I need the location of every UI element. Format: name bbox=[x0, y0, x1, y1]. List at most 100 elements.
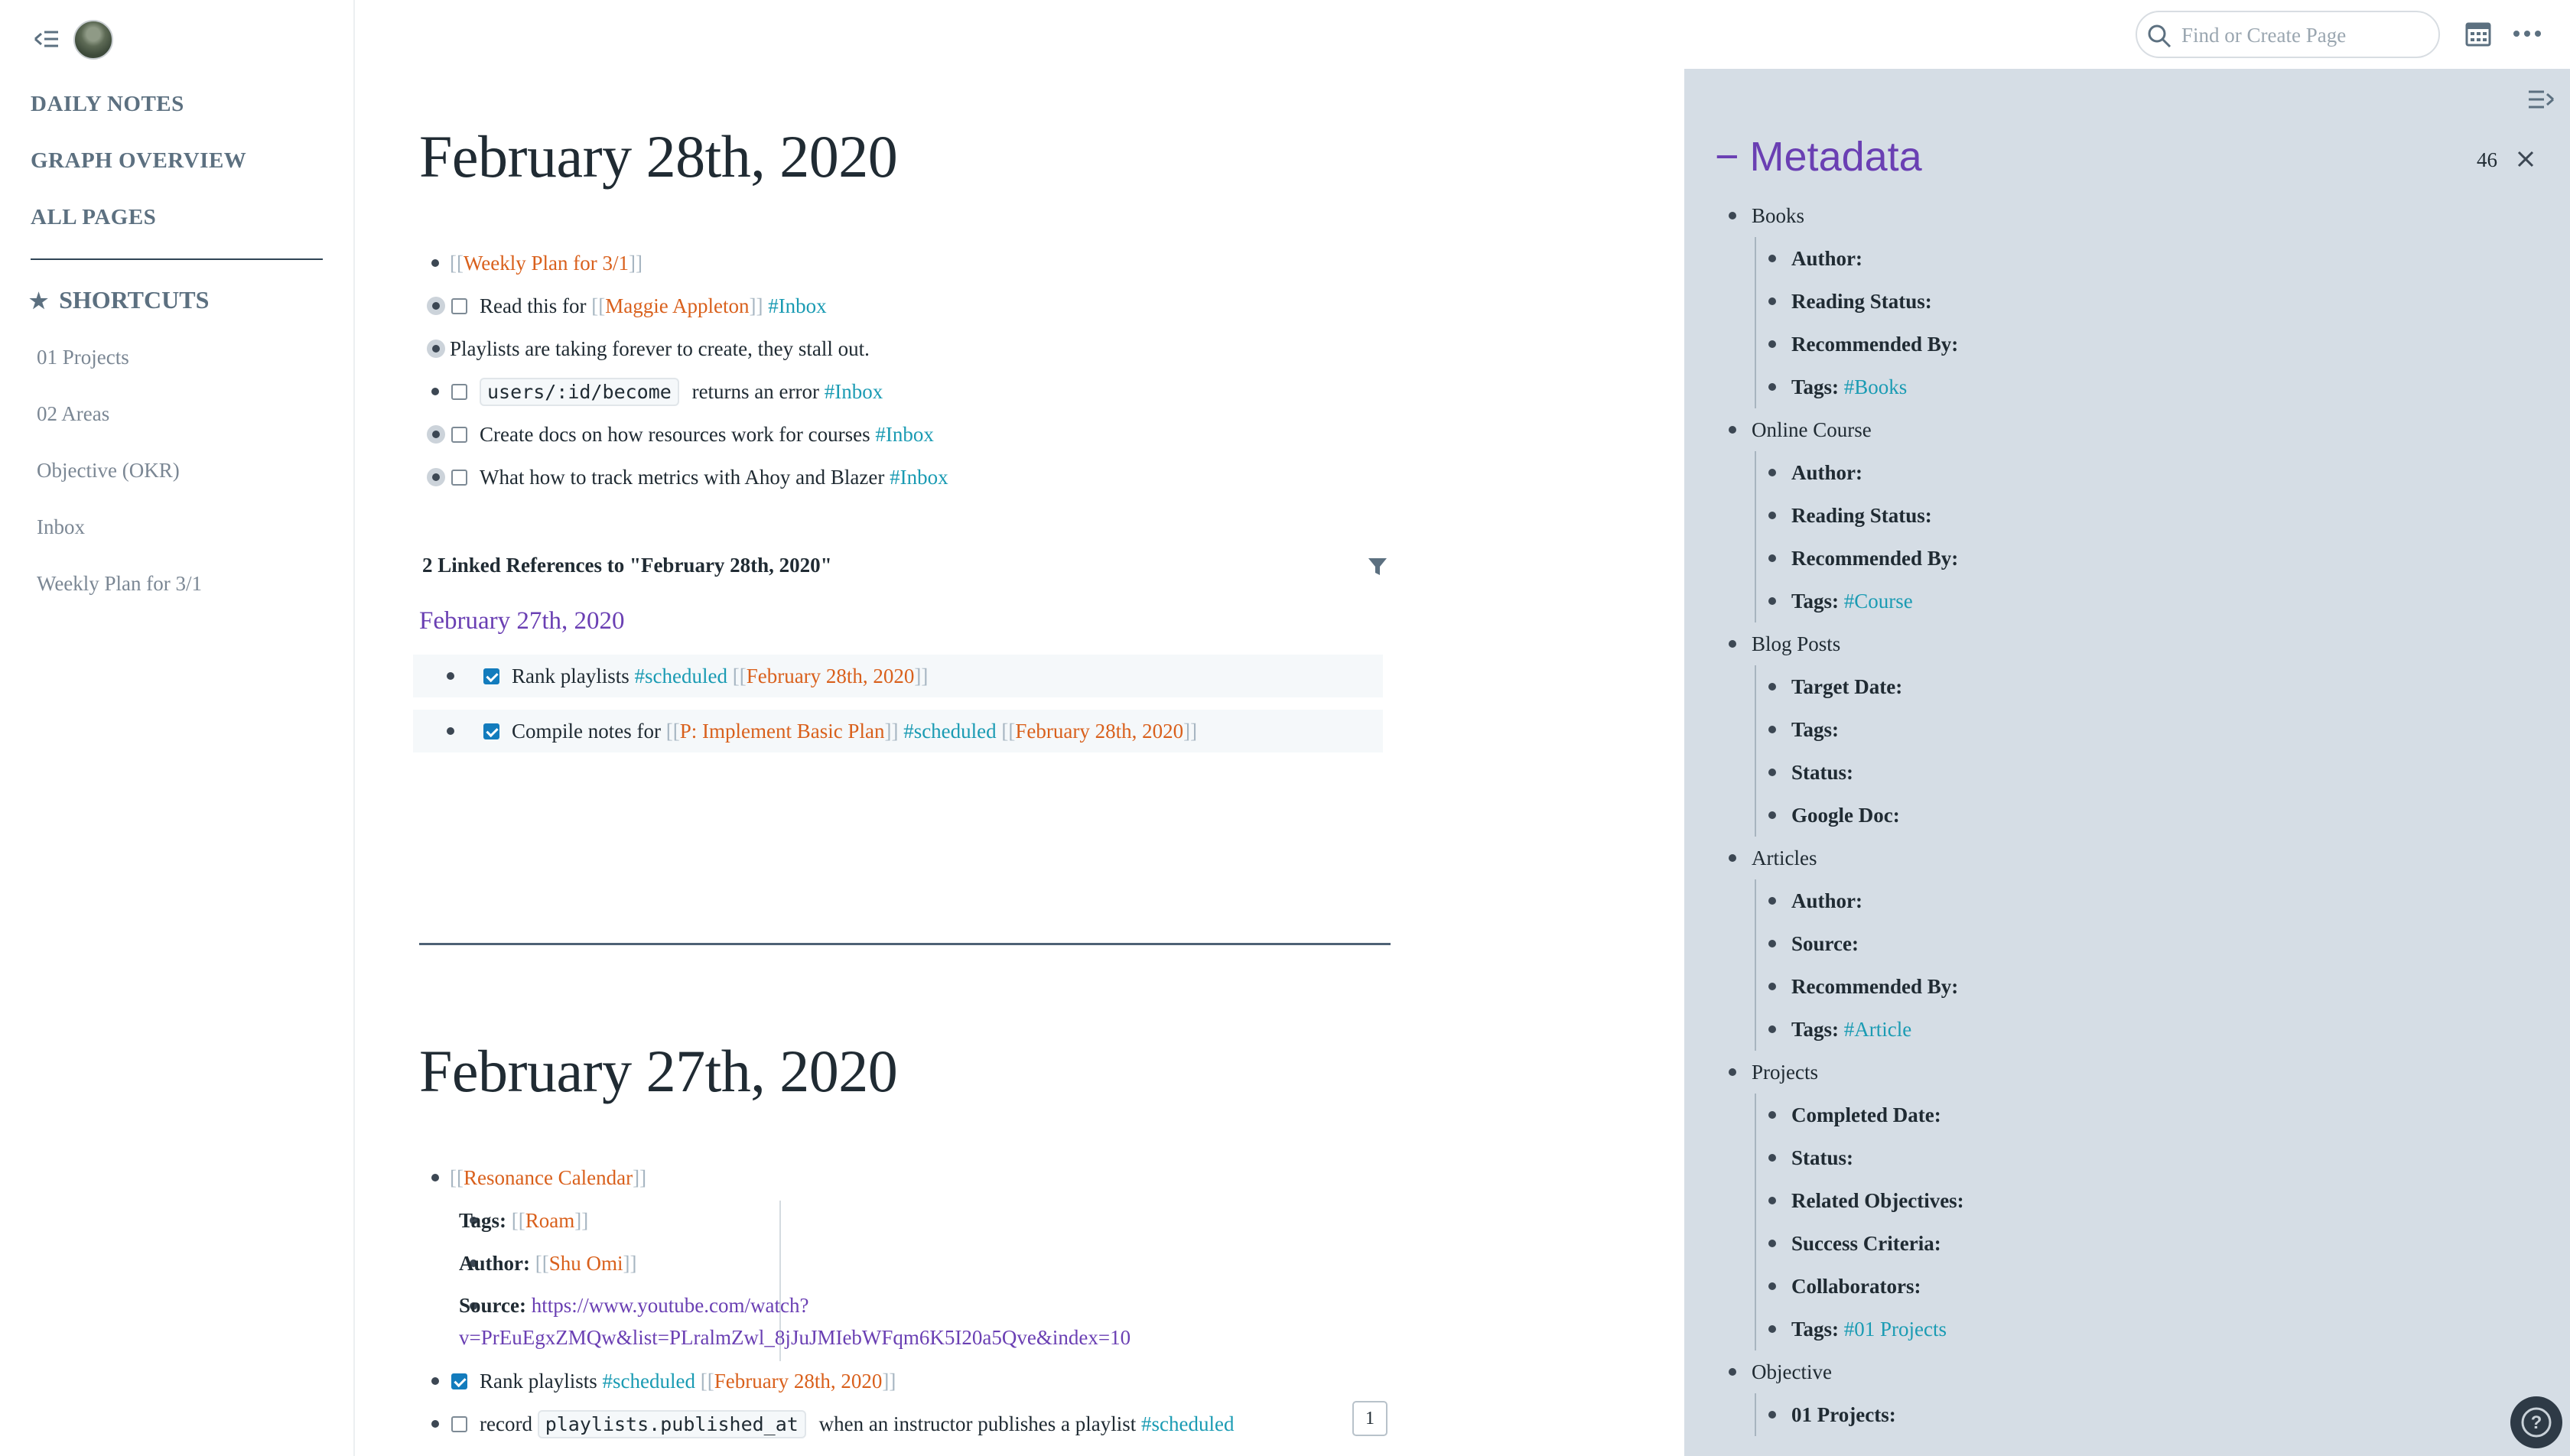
nav-graph-overview[interactable]: GRAPH OVERVIEW bbox=[31, 148, 246, 174]
block-bullet[interactable] bbox=[447, 727, 454, 735]
todo-checkbox[interactable] bbox=[451, 1416, 467, 1433]
metadata-field[interactable]: Author: bbox=[1715, 879, 2541, 922]
todo-checkbox[interactable] bbox=[451, 470, 467, 486]
block-bullet[interactable] bbox=[1768, 383, 1776, 391]
tag-link[interactable]: #scheduled bbox=[1141, 1412, 1234, 1435]
block[interactable]: record playlists.published_at when an in… bbox=[419, 1402, 1337, 1445]
block-bullet[interactable] bbox=[1768, 340, 1776, 348]
shortcut-inbox[interactable]: Inbox bbox=[37, 515, 85, 539]
block-bullet[interactable] bbox=[431, 1420, 439, 1428]
metadata-field[interactable]: Status: bbox=[1715, 751, 2541, 794]
metadata-group[interactable]: Articles bbox=[1715, 837, 2541, 879]
metadata-field[interactable]: Google Doc: bbox=[1715, 794, 2541, 837]
source-url[interactable]: https://www.youtube.com/watch? bbox=[532, 1294, 809, 1317]
block-bullet[interactable] bbox=[1768, 255, 1776, 262]
tag-link[interactable]: #scheduled bbox=[603, 1370, 695, 1393]
metadata-field[interactable]: Recommended By: bbox=[1715, 323, 2541, 366]
tag-link[interactable]: #scheduled bbox=[903, 720, 996, 743]
metadata-field[interactable]: Target Date: bbox=[1715, 665, 2541, 708]
metadata-field[interactable]: Success Criteria: bbox=[1715, 1222, 2541, 1265]
metadata-field[interactable]: Author: bbox=[1715, 237, 2541, 280]
block-bullet[interactable] bbox=[1768, 769, 1776, 776]
reference-count-badge[interactable]: 1 bbox=[1352, 1401, 1387, 1436]
metadata-field[interactable]: Tags: #Course bbox=[1715, 580, 2541, 622]
metadata-field[interactable]: Recommended By: bbox=[1715, 537, 2541, 580]
block-bullet[interactable] bbox=[1768, 1282, 1776, 1290]
block-bullet-collapsed[interactable] bbox=[427, 297, 445, 315]
todo-checkbox[interactable] bbox=[451, 427, 467, 444]
tag-link[interactable]: #Books bbox=[1844, 375, 1908, 398]
metadata-field[interactable]: Related Objectives: bbox=[1715, 1179, 2541, 1222]
close-icon[interactable] bbox=[2515, 148, 2536, 170]
block-bullet[interactable] bbox=[1729, 212, 1736, 219]
page-link[interactable]: P: Implement Basic Plan bbox=[680, 720, 885, 743]
block-bullet[interactable] bbox=[1729, 854, 1736, 862]
block-bullet[interactable] bbox=[1768, 1240, 1776, 1247]
tag-link[interactable]: #Inbox bbox=[768, 294, 827, 317]
block-bullet[interactable] bbox=[431, 1377, 439, 1385]
block[interactable]: [[Weekly Plan for 3/1]] bbox=[419, 242, 1337, 284]
page-link[interactable]: February 28th, 2020 bbox=[714, 1370, 883, 1393]
search-box[interactable] bbox=[2136, 11, 2440, 58]
page-link[interactable]: Weekly Plan for 3/1 bbox=[464, 252, 629, 275]
block-bullet[interactable] bbox=[1729, 640, 1736, 648]
metadata-field[interactable]: Tags: bbox=[1715, 708, 2541, 751]
reference-page-title[interactable]: February 27th, 2020 bbox=[419, 607, 625, 635]
metadata-field[interactable]: Reading Status: bbox=[1715, 280, 2541, 323]
collapse-icon[interactable]: − bbox=[1715, 133, 1739, 180]
todo-checkbox[interactable] bbox=[451, 384, 467, 401]
block-bullet[interactable] bbox=[1768, 597, 1776, 605]
page-link[interactable]: Maggie Appleton bbox=[605, 294, 749, 317]
block-bullet[interactable] bbox=[1768, 1197, 1776, 1204]
page-link[interactable]: Roam bbox=[525, 1209, 575, 1232]
block-bullet[interactable] bbox=[1768, 1411, 1776, 1419]
tag-link[interactable]: #Course bbox=[1844, 590, 1913, 613]
page-link[interactable]: February 28th, 2020 bbox=[747, 665, 915, 687]
sidebar-page-title[interactable]: − Metadata bbox=[1715, 133, 1922, 180]
block-bullet[interactable] bbox=[1768, 1025, 1776, 1033]
block-bullet[interactable] bbox=[447, 672, 454, 680]
block-bullet[interactable] bbox=[1768, 726, 1776, 733]
block-bullet[interactable] bbox=[1768, 297, 1776, 305]
block-bullet[interactable] bbox=[1768, 512, 1776, 519]
block-bullet[interactable] bbox=[1768, 1154, 1776, 1162]
tag-link[interactable]: #Inbox bbox=[875, 423, 934, 446]
metadata-field[interactable]: Tags: #Books bbox=[1715, 366, 2541, 408]
tag-link[interactable]: #Article bbox=[1844, 1018, 1911, 1041]
block-bullet[interactable] bbox=[1768, 983, 1776, 990]
help-icon[interactable]: ? bbox=[2510, 1396, 2562, 1448]
tag-link[interactable]: #Inbox bbox=[890, 466, 948, 489]
nav-daily-notes[interactable]: DAILY NOTES bbox=[31, 92, 184, 117]
metadata-field[interactable]: 01 Projects: bbox=[1715, 1393, 2541, 1436]
done-checkbox[interactable] bbox=[451, 1373, 467, 1390]
page-link[interactable]: Resonance Calendar bbox=[464, 1166, 633, 1189]
block[interactable]: Read this for [[Maggie Appleton]] #Inbox bbox=[419, 284, 1337, 327]
block-bullet[interactable] bbox=[1768, 940, 1776, 947]
reference-block[interactable]: Rank playlists #scheduled [[February 28t… bbox=[413, 655, 1383, 697]
block[interactable]: What how to track metrics with Ahoy and … bbox=[419, 456, 1337, 499]
block-bullet[interactable] bbox=[1768, 1111, 1776, 1119]
collapse-sidebar-icon[interactable] bbox=[32, 28, 63, 50]
metadata-group[interactable]: Online Course bbox=[1715, 408, 2541, 451]
block[interactable]: [[Resonance Calendar]] bbox=[419, 1156, 1337, 1199]
metadata-group[interactable]: Books bbox=[1715, 194, 2541, 237]
page-link[interactable]: February 28th, 2020 bbox=[1015, 720, 1183, 743]
block-bullet[interactable] bbox=[1729, 426, 1736, 434]
tag-link[interactable]: #01 Projects bbox=[1844, 1318, 1947, 1341]
shortcut-01-projects[interactable]: 01 Projects bbox=[37, 346, 129, 369]
block-bullet[interactable] bbox=[1729, 1368, 1736, 1376]
calendar-icon[interactable] bbox=[2464, 20, 2492, 47]
block-bullet[interactable] bbox=[431, 1174, 439, 1181]
block[interactable]: Author: [[Shu Omi]] bbox=[419, 1242, 1337, 1285]
block[interactable]: users/:id/become returns an error #Inbox bbox=[419, 370, 1337, 413]
metadata-field[interactable]: Recommended By: bbox=[1715, 965, 2541, 1008]
page-title[interactable]: February 27th, 2020 bbox=[419, 1037, 898, 1106]
done-checkbox[interactable] bbox=[483, 723, 499, 740]
shortcut-weekly-plan[interactable]: Weekly Plan for 3/1 bbox=[37, 572, 202, 596]
block-bullet[interactable] bbox=[1768, 1325, 1776, 1333]
nav-all-pages[interactable]: ALL PAGES bbox=[31, 205, 156, 230]
metadata-field[interactable]: Source: bbox=[1715, 922, 2541, 965]
metadata-field[interactable]: Tags: #01 Projects bbox=[1715, 1308, 2541, 1350]
block-bullet[interactable] bbox=[1768, 469, 1776, 476]
metadata-field[interactable]: Completed Date: bbox=[1715, 1094, 2541, 1136]
